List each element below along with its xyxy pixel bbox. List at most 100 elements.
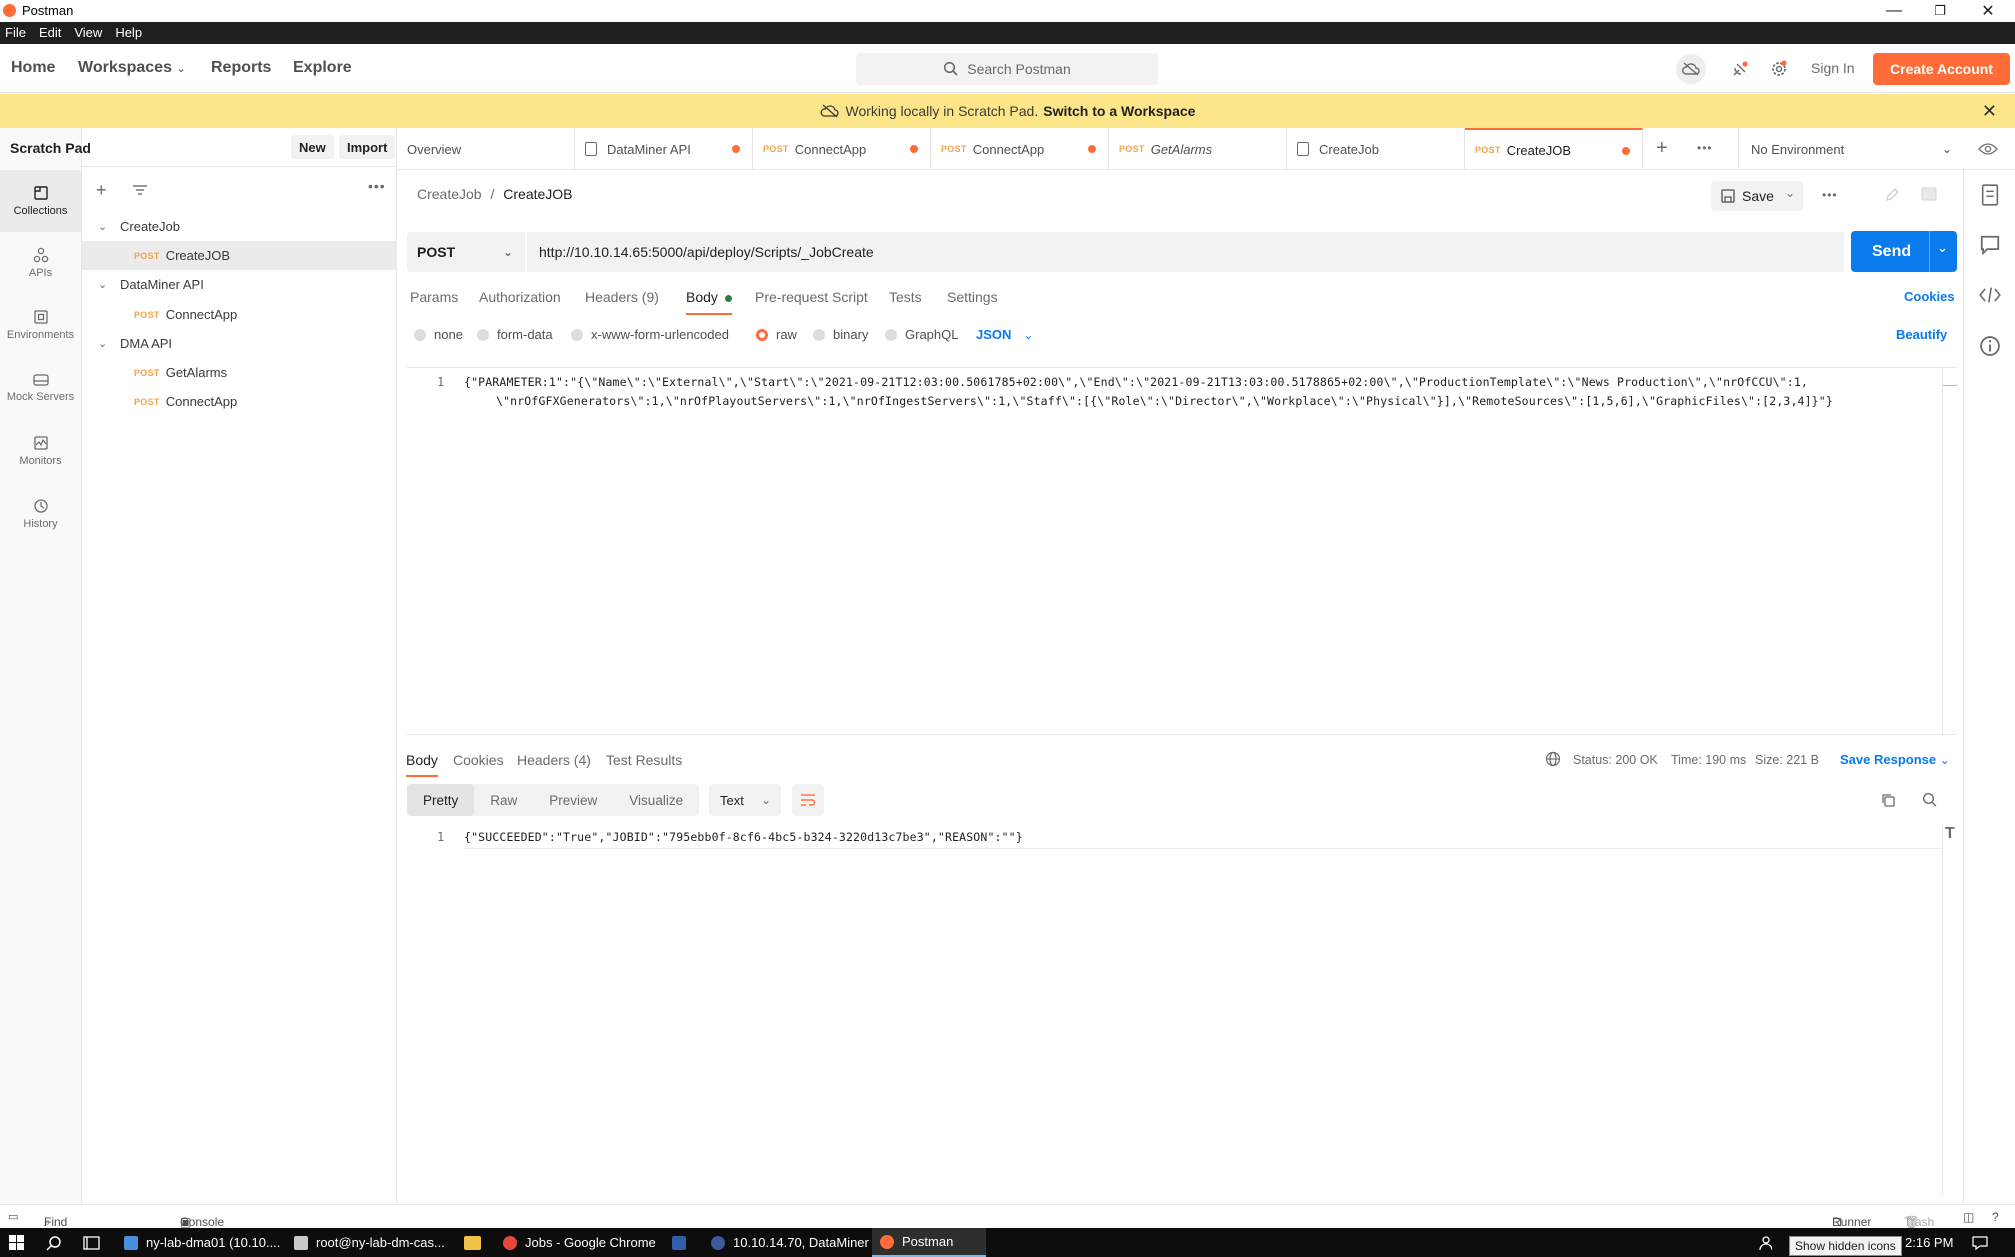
rail-collections[interactable]: Collections	[0, 170, 81, 232]
view-visualize[interactable]: Visualize	[613, 784, 699, 816]
settings-gear-icon[interactable]	[1764, 54, 1794, 84]
new-button[interactable]: New	[291, 135, 334, 159]
editor-scrollbar[interactable]	[1942, 368, 1943, 736]
add-tab-icon[interactable]: +	[1656, 137, 1668, 160]
tab-connectapp-2[interactable]: POST ConnectApp	[931, 128, 1109, 170]
taskbar-clock[interactable]: 2:16 PM	[1905, 1235, 1953, 1250]
radio-none[interactable]: none	[414, 327, 463, 342]
people-icon[interactable]	[1756, 1235, 1772, 1251]
environment-select[interactable]: No Environment ⌄	[1738, 128, 1964, 170]
response-tab-headers[interactable]: Headers (4)	[517, 752, 591, 768]
rail-monitors[interactable]: Monitors	[0, 420, 81, 482]
create-account-button[interactable]: Create Account	[1873, 53, 2010, 85]
satellite-icon[interactable]	[1725, 54, 1755, 84]
tab-pre-request-script[interactable]: Pre-request Script	[755, 289, 868, 305]
view-pretty[interactable]: Pretty	[407, 784, 475, 816]
tab-body[interactable]: Body	[686, 289, 732, 315]
request-body-editor[interactable]: 1 {"PARAMETER:1":"{\"Name\":\"External\"…	[407, 367, 1957, 736]
maximize-button[interactable]: ❐	[1918, 0, 1962, 22]
close-window-button[interactable]: ✕	[1966, 0, 2010, 22]
taskbar-postman-item[interactable]: Postman	[872, 1228, 986, 1257]
chevron-down-icon[interactable]: ⌄	[1937, 240, 1948, 256]
tab-tests[interactable]: Tests	[889, 289, 922, 305]
tab-options-icon[interactable]: •••	[1697, 141, 1713, 155]
tree-request-connectapp-2[interactable]: POST ConnectApp	[82, 387, 397, 416]
rail-apis[interactable]: APIs	[0, 232, 81, 294]
view-raw[interactable]: Raw	[474, 784, 533, 816]
rail-history[interactable]: History	[0, 483, 81, 545]
response-format-select[interactable]: Text ⌄	[709, 784, 781, 816]
comment-icon[interactable]	[1920, 186, 1938, 204]
radio-x-www-form-urlencoded[interactable]: x-www-form-urlencoded	[571, 327, 729, 342]
method-select[interactable]: POST ⌄	[407, 232, 525, 272]
windows-start-icon[interactable]	[9, 1235, 24, 1250]
documentation-icon[interactable]	[1979, 184, 2001, 206]
menu-view[interactable]: View	[74, 25, 102, 40]
response-tab-test-results[interactable]: Test Results	[606, 752, 682, 768]
radio-raw[interactable]: raw	[756, 327, 797, 342]
taskbar-explorer-item[interactable]	[464, 1228, 492, 1257]
more-options-icon[interactable]: •••	[368, 178, 386, 194]
help-icon[interactable]: ?	[1992, 1210, 1999, 1224]
tree-request-getalarms[interactable]: POST GetAlarms	[82, 358, 397, 387]
menu-edit[interactable]: Edit	[39, 25, 61, 40]
breadcrumb-parent[interactable]: CreateJob	[417, 186, 482, 202]
import-button[interactable]: Import	[339, 135, 396, 159]
tab-getalarms[interactable]: POST GetAlarms	[1109, 128, 1287, 170]
notification-icon[interactable]	[1972, 1236, 1988, 1250]
tab-connectapp[interactable]: POST ConnectApp	[753, 128, 931, 170]
search-icon[interactable]	[1922, 792, 1938, 808]
toggle-sidebar-icon[interactable]: ▭	[8, 1210, 18, 1223]
copy-icon[interactable]	[1880, 792, 1896, 808]
tree-folder-createjob[interactable]: ⌄ CreateJob	[82, 212, 397, 241]
body-language-select[interactable]: JSON ⌄	[976, 327, 1033, 342]
tab-settings[interactable]: Settings	[947, 289, 998, 305]
send-button[interactable]: Send ⌄	[1851, 231, 1957, 272]
chevron-down-icon[interactable]: ⌄	[1785, 186, 1795, 200]
rail-mock-servers[interactable]: Mock Servers	[0, 357, 81, 419]
view-preview[interactable]: Preview	[533, 784, 613, 816]
close-icon[interactable]: ✕	[1982, 101, 1997, 122]
nav-explore[interactable]: Explore	[293, 59, 352, 77]
menu-help[interactable]: Help	[115, 25, 142, 40]
request-options-icon[interactable]: •••	[1822, 188, 1838, 202]
taskbar-rdp-item[interactable]: ny-lab-dma01 (10.10....	[122, 1228, 282, 1257]
nav-workspaces[interactable]: Workspaces ⌄	[78, 59, 186, 77]
response-tab-body[interactable]: Body	[406, 752, 438, 777]
tree-request-connectapp[interactable]: POST ConnectApp	[82, 300, 397, 329]
filter-input[interactable]	[136, 180, 354, 204]
response-size[interactable]: Size: 221 B	[1755, 753, 1819, 767]
response-tab-cookies[interactable]: Cookies	[453, 752, 504, 768]
taskbar-ssh-item[interactable]: root@ny-lab-dm-cas...	[292, 1228, 450, 1257]
beautify-link[interactable]: Beautify	[1896, 327, 1947, 342]
save-button[interactable]: Save ⌄	[1711, 181, 1803, 211]
task-view-icon[interactable]	[83, 1236, 100, 1250]
tree-folder-dataminer-api[interactable]: ⌄ DataMiner API	[82, 270, 397, 299]
tab-overview[interactable]: Overview	[397, 128, 575, 170]
taskbar-chrome-item[interactable]: Jobs - Google Chrome	[501, 1228, 661, 1257]
wrap-lines-button[interactable]	[792, 784, 824, 816]
taskbar-ndi-item[interactable]	[672, 1228, 700, 1257]
cookies-link[interactable]: Cookies	[1904, 289, 1955, 304]
response-scrollbar[interactable]	[1942, 825, 1943, 1195]
editor-scroll-thumb[interactable]	[1943, 368, 1957, 386]
tab-headers[interactable]: Headers (9)	[585, 289, 659, 305]
response-body-viewer[interactable]: 1 {"SUCCEEDED":"True","JOBID":"795ebb0f-…	[407, 825, 1957, 1205]
tab-createjob[interactable]: CreateJob	[1287, 128, 1465, 170]
minimize-button[interactable]: —	[1872, 0, 1916, 22]
switch-workspace-link[interactable]: Switch to a Workspace	[1043, 103, 1195, 119]
url-input[interactable]	[527, 232, 1844, 272]
taskbar-dataminer-item[interactable]: 10.10.14.70, DataMiner	[709, 1228, 869, 1257]
add-collection-icon[interactable]: +	[96, 180, 107, 201]
code-icon[interactable]	[1979, 284, 2001, 306]
nav-home[interactable]: Home	[11, 59, 55, 77]
radio-binary[interactable]: binary	[813, 327, 868, 342]
tab-authorization[interactable]: Authorization	[479, 289, 561, 305]
comments-icon[interactable]	[1979, 234, 2001, 256]
info-icon[interactable]	[1979, 335, 2001, 357]
save-response-button[interactable]: Save Response ⌄	[1840, 752, 1950, 767]
two-pane-icon[interactable]: ◫	[1963, 1210, 1974, 1224]
nav-reports[interactable]: Reports	[211, 59, 271, 77]
response-time[interactable]: Time: 190 ms	[1671, 753, 1746, 767]
response-status[interactable]: Status: 200 OK	[1573, 753, 1658, 767]
